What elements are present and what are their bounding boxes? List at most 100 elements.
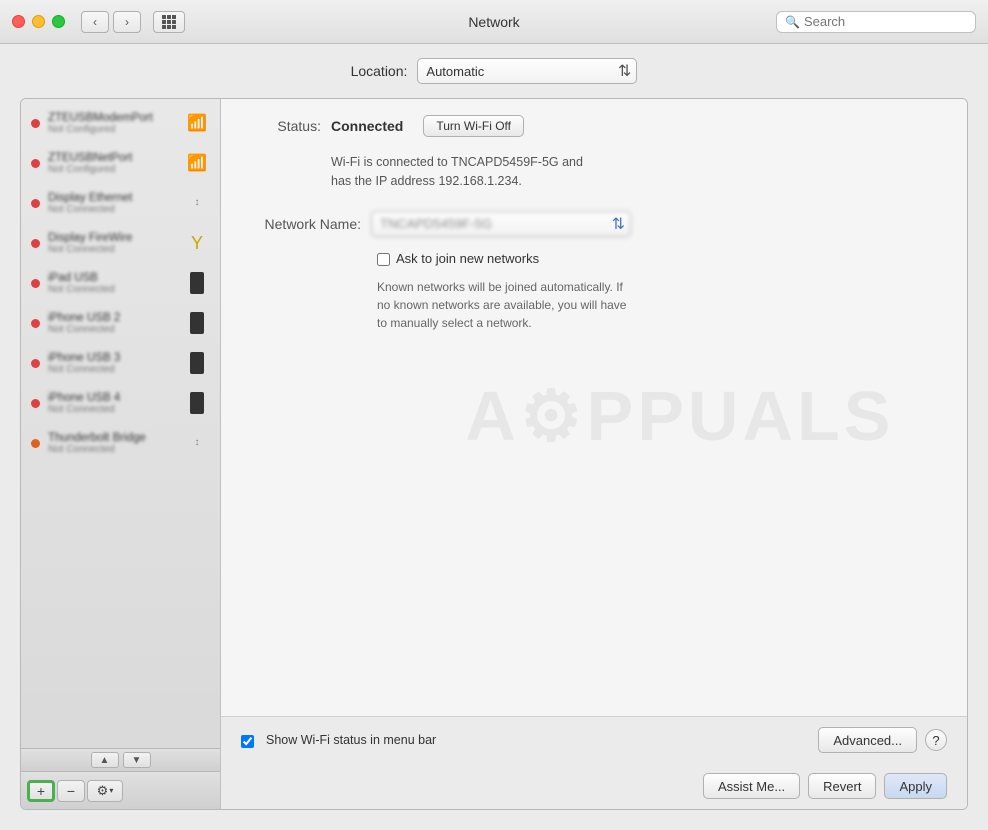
ask-join-row: Ask to join new networks: [377, 251, 947, 266]
item-icon: 📶: [184, 150, 210, 176]
wifi-icon: 📶: [187, 113, 207, 133]
back-button[interactable]: ‹: [81, 11, 109, 33]
item-icon: [184, 310, 210, 336]
status-dot-red: [31, 399, 40, 408]
network-name-row: Network Name: TNCAPD5459F-5G ⇅: [241, 211, 947, 237]
arrows-icon: ↕: [195, 198, 200, 208]
location-select[interactable]: Automatic: [417, 58, 637, 84]
item-text: iPhone USB 4 Not Connected: [48, 392, 176, 415]
item-icon: ↕: [184, 430, 210, 456]
bottom-left: Show Wi-Fi status in menu bar: [241, 733, 818, 748]
search-box[interactable]: 🔍: [776, 11, 976, 33]
forward-button[interactable]: ›: [113, 11, 141, 33]
gear-menu-button[interactable]: ⚙ ▾: [87, 780, 123, 802]
sidebar-item[interactable]: iPhone USB 4 Not Connected: [21, 383, 220, 423]
status-dot-red: [31, 119, 40, 128]
sidebar-toolbar: + Select the '+' button − ⚙ ▾: [21, 771, 220, 809]
item-status: Not Connected: [48, 244, 176, 255]
item-name: iPhone USB 4: [48, 392, 176, 404]
network-name-select[interactable]: TNCAPD5459F-5G: [371, 211, 631, 237]
iphone-icon: [190, 392, 204, 414]
ask-join-label: Ask to join new networks: [396, 251, 539, 266]
item-status: Not Connected: [48, 404, 176, 415]
show-wifi-checkbox[interactable]: [241, 735, 254, 748]
item-icon: ↕: [184, 190, 210, 216]
item-text: iPhone USB 3 Not Connected: [48, 352, 176, 375]
wifi-off-button[interactable]: Turn Wi-Fi Off: [423, 115, 524, 137]
item-name: Display Ethernet: [48, 192, 176, 204]
help-button[interactable]: ?: [925, 729, 947, 751]
remove-network-button[interactable]: −: [57, 780, 85, 802]
item-icon: [184, 390, 210, 416]
action-bar-right: Assist Me... Revert Apply: [703, 773, 947, 799]
sidebar-item[interactable]: ZTEUSBModemPort Not Configured 📶: [21, 103, 220, 143]
add-network-button[interactable]: + Select the '+' button: [27, 780, 55, 802]
sidebar: ZTEUSBModemPort Not Configured 📶 ZTEUSBN…: [21, 99, 221, 809]
item-status: Not Connected: [48, 324, 176, 335]
status-value: Connected: [331, 118, 403, 134]
item-name: iPad USB: [48, 272, 176, 284]
show-wifi-row: Show Wi-Fi status in menu bar: [241, 733, 436, 748]
show-wifi-label: Show Wi-Fi status in menu bar: [266, 733, 436, 747]
plus-icon: +: [37, 783, 45, 799]
scroll-down-button[interactable]: ▼: [123, 752, 151, 768]
item-name: Display FireWire: [48, 232, 176, 244]
watermark: A⚙PPUALS: [465, 375, 894, 457]
sidebar-item[interactable]: Display FireWire Not Connected Y: [21, 223, 220, 263]
item-text: Display Ethernet Not Connected: [48, 192, 176, 215]
sidebar-item[interactable]: Thunderbolt Bridge Not Connected ↕: [21, 423, 220, 463]
bottom-right: Advanced... ?: [818, 727, 947, 753]
minimize-button[interactable]: [32, 15, 45, 28]
wifi-icon: 📶: [187, 153, 207, 173]
sidebar-item[interactable]: Display Ethernet Not Connected ↕: [21, 183, 220, 223]
minus-icon: −: [67, 783, 75, 799]
item-status: Not Configured: [48, 164, 176, 175]
assist-button[interactable]: Assist Me...: [703, 773, 800, 799]
scroll-up-button[interactable]: ▲: [91, 752, 119, 768]
search-input[interactable]: [804, 14, 967, 29]
sidebar-item[interactable]: iPhone USB 2 Not Connected: [21, 303, 220, 343]
close-button[interactable]: [12, 15, 25, 28]
item-status: Not Connected: [48, 204, 176, 215]
apply-button[interactable]: Apply: [884, 773, 947, 799]
item-text: iPad USB Not Connected: [48, 272, 176, 295]
location-label: Location:: [351, 63, 408, 79]
app-grid-button[interactable]: [153, 11, 185, 33]
sidebar-item[interactable]: iPad USB Not Connected: [21, 263, 220, 303]
item-name: iPhone USB 2: [48, 312, 176, 324]
firewire-icon: Y: [191, 233, 203, 254]
action-bar: Assist Me... Revert Apply: [221, 767, 967, 809]
chevron-down-icon: ▾: [109, 786, 113, 795]
status-dot-red: [31, 239, 40, 248]
sidebar-item[interactable]: ZTEUSBNetPort Not Configured 📶: [21, 143, 220, 183]
item-name: ZTEUSBModemPort: [48, 112, 176, 124]
item-name: ZTEUSBNetPort: [48, 152, 176, 164]
network-name-label: Network Name:: [241, 216, 361, 232]
status-dot-orange: [31, 439, 40, 448]
item-icon: 📶: [184, 110, 210, 136]
iphone-icon: [190, 352, 204, 374]
item-icon: [184, 270, 210, 296]
iphone-icon: [190, 312, 204, 334]
bottom-panel: Show Wi-Fi status in menu bar Advanced..…: [221, 716, 967, 767]
gear-icon: ⚙: [97, 783, 109, 799]
advanced-button[interactable]: Advanced...: [818, 727, 917, 753]
sidebar-item[interactable]: iPhone USB 3 Not Connected: [21, 343, 220, 383]
ask-join-checkbox[interactable]: [377, 253, 390, 266]
sidebar-list: ZTEUSBModemPort Not Configured 📶 ZTEUSBN…: [21, 99, 220, 748]
maximize-button[interactable]: [52, 15, 65, 28]
scroll-arrows: ▲ ▼: [21, 748, 220, 771]
item-status: Not Connected: [48, 284, 176, 295]
grid-icon: [162, 15, 176, 29]
location-bar: Location: Automatic ⇅: [0, 44, 988, 98]
revert-button[interactable]: Revert: [808, 773, 876, 799]
item-text: Display FireWire Not Connected: [48, 232, 176, 255]
status-row: Status: Connected Turn Wi-Fi Off: [241, 115, 947, 137]
arrows-icon: ↕: [195, 438, 200, 448]
item-status: Not Configured: [48, 124, 176, 135]
titlebar: ‹ › Network 🔍: [0, 0, 988, 44]
status-description: Wi-Fi is connected to TNCAPD5459F-5G and…: [331, 153, 947, 191]
item-text: ZTEUSBModemPort Not Configured: [48, 112, 176, 135]
item-status: Not Connected: [48, 364, 176, 375]
inner-panel: A⚙PPUALS Status: Connected Turn Wi-Fi Of…: [221, 99, 967, 809]
